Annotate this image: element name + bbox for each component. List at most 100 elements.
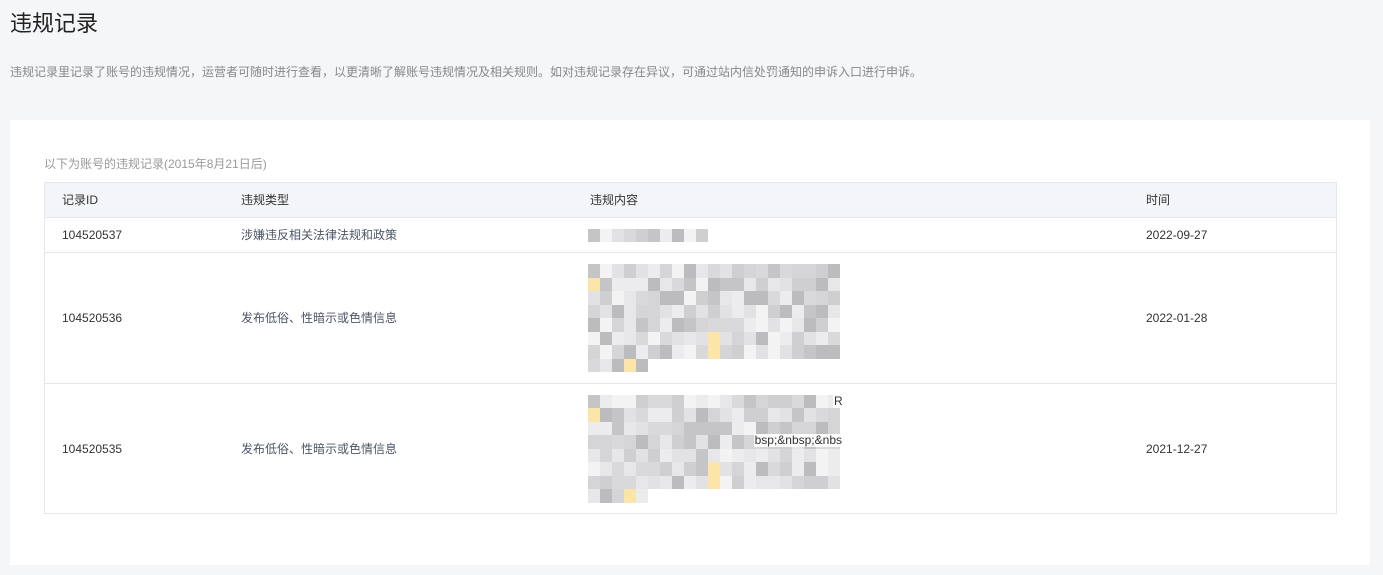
mosaic-tile <box>660 304 672 318</box>
mosaic-tile <box>624 291 636 305</box>
mosaic-tile <box>816 448 828 462</box>
mosaic-tile <box>636 475 648 489</box>
mosaic-tile <box>744 277 756 291</box>
mosaic-tile <box>648 408 660 422</box>
mosaic-tile <box>600 462 612 476</box>
mosaic-tile <box>756 394 768 408</box>
mosaic-tile <box>588 448 600 462</box>
mosaic-tile <box>636 358 648 372</box>
mosaic-tile <box>648 331 660 345</box>
mosaic-tile <box>684 408 696 422</box>
mosaic-tile <box>828 408 840 422</box>
mosaic-tile <box>816 277 828 291</box>
mosaic-tile <box>672 475 684 489</box>
mosaic-tile <box>624 345 636 359</box>
mosaic-tile <box>708 435 720 449</box>
mosaic-tile <box>804 277 816 291</box>
mosaic-tile <box>744 462 756 476</box>
table-row: 104520536 发布低俗、性暗示或色情信息 2022-01-28 <box>45 253 1336 384</box>
mosaic-tile <box>600 421 612 435</box>
mosaic-tile <box>684 345 696 359</box>
mosaic-tile <box>792 462 804 476</box>
mosaic-tile <box>684 291 696 305</box>
cell-record-id: 104520536 <box>62 311 123 325</box>
mosaic-tile <box>600 277 612 291</box>
mosaic-tile <box>732 462 744 476</box>
mosaic-tile <box>708 345 720 359</box>
records-card: 以下为账号的违规记录(2015年8月21日后) 记录ID 违规类型 违规内容 时… <box>10 120 1370 565</box>
cell-violation-content: R bsp;&nbsp;&nbs <box>573 384 1129 513</box>
mosaic-tile <box>696 448 708 462</box>
mosaic-tile <box>756 318 768 332</box>
mosaic-tile <box>720 435 732 449</box>
mosaic-tile <box>780 345 792 359</box>
mosaic-tile <box>816 291 828 305</box>
table-header: 记录ID 违规类型 违规内容 时间 <box>45 183 1336 218</box>
mosaic-tile <box>636 421 648 435</box>
mosaic-tile <box>804 264 816 278</box>
mosaic-tile <box>600 345 612 359</box>
mosaic-tile <box>816 394 828 408</box>
mosaic-tile <box>672 345 684 359</box>
mosaic-tile <box>732 421 744 435</box>
mosaic-tile <box>768 462 780 476</box>
mosaic-tile <box>660 291 672 305</box>
mosaic-tile <box>600 264 612 278</box>
mosaic-tile <box>768 291 780 305</box>
mosaic-tile <box>792 304 804 318</box>
mosaic-tile <box>756 264 768 278</box>
mosaic-tile <box>672 331 684 345</box>
mosaic-tile <box>828 304 840 318</box>
mosaic-tile <box>684 462 696 476</box>
mosaic-tile <box>720 462 732 476</box>
mosaic-tile <box>624 264 636 278</box>
mosaic-tile <box>816 462 828 476</box>
mosaic-tile <box>636 291 648 305</box>
mosaic-tile <box>624 277 636 291</box>
mosaic-tile <box>696 291 708 305</box>
mosaic-tile <box>660 228 672 242</box>
mosaic-tile <box>744 318 756 332</box>
mosaic-tile <box>624 304 636 318</box>
mosaic-tile <box>708 448 720 462</box>
mosaic-tile <box>612 408 624 422</box>
mosaic-tile <box>612 394 624 408</box>
mosaic-tile <box>828 318 840 332</box>
mosaic-tile <box>684 264 696 278</box>
mosaic-tile <box>696 475 708 489</box>
mosaic-tile <box>672 264 684 278</box>
mosaic-tile <box>624 448 636 462</box>
mosaic-tile <box>792 291 804 305</box>
mosaic-tile <box>648 291 660 305</box>
mosaic-tile <box>732 475 744 489</box>
mosaic-tile <box>672 462 684 476</box>
mosaic-tile <box>636 318 648 332</box>
mosaic-tile <box>780 394 792 408</box>
mosaic-tile <box>624 394 636 408</box>
mosaic-tile <box>696 264 708 278</box>
mosaic-tile <box>720 475 732 489</box>
cell-violation-content <box>573 218 1129 252</box>
mosaic-tile <box>792 394 804 408</box>
mosaic-tile <box>828 291 840 305</box>
mosaic-tile <box>828 277 840 291</box>
mosaic-tile <box>744 408 756 422</box>
mosaic-tile <box>768 264 780 278</box>
mosaic-tile <box>660 462 672 476</box>
mosaic-tile <box>684 304 696 318</box>
mosaic-tile <box>708 264 720 278</box>
mosaic-tile <box>636 331 648 345</box>
mosaic-tile <box>672 394 684 408</box>
mosaic-tile <box>768 304 780 318</box>
mosaic-tile <box>648 318 660 332</box>
mosaic-tile <box>636 264 648 278</box>
mosaic-tile <box>720 394 732 408</box>
mosaic-tile <box>828 264 840 278</box>
mosaic-tile <box>780 475 792 489</box>
mosaic-tile <box>768 448 780 462</box>
mosaic-tile <box>684 448 696 462</box>
mosaic-tile <box>804 475 816 489</box>
mosaic-tile <box>732 264 744 278</box>
mosaic-tile <box>768 394 780 408</box>
mosaic-tile <box>612 277 624 291</box>
